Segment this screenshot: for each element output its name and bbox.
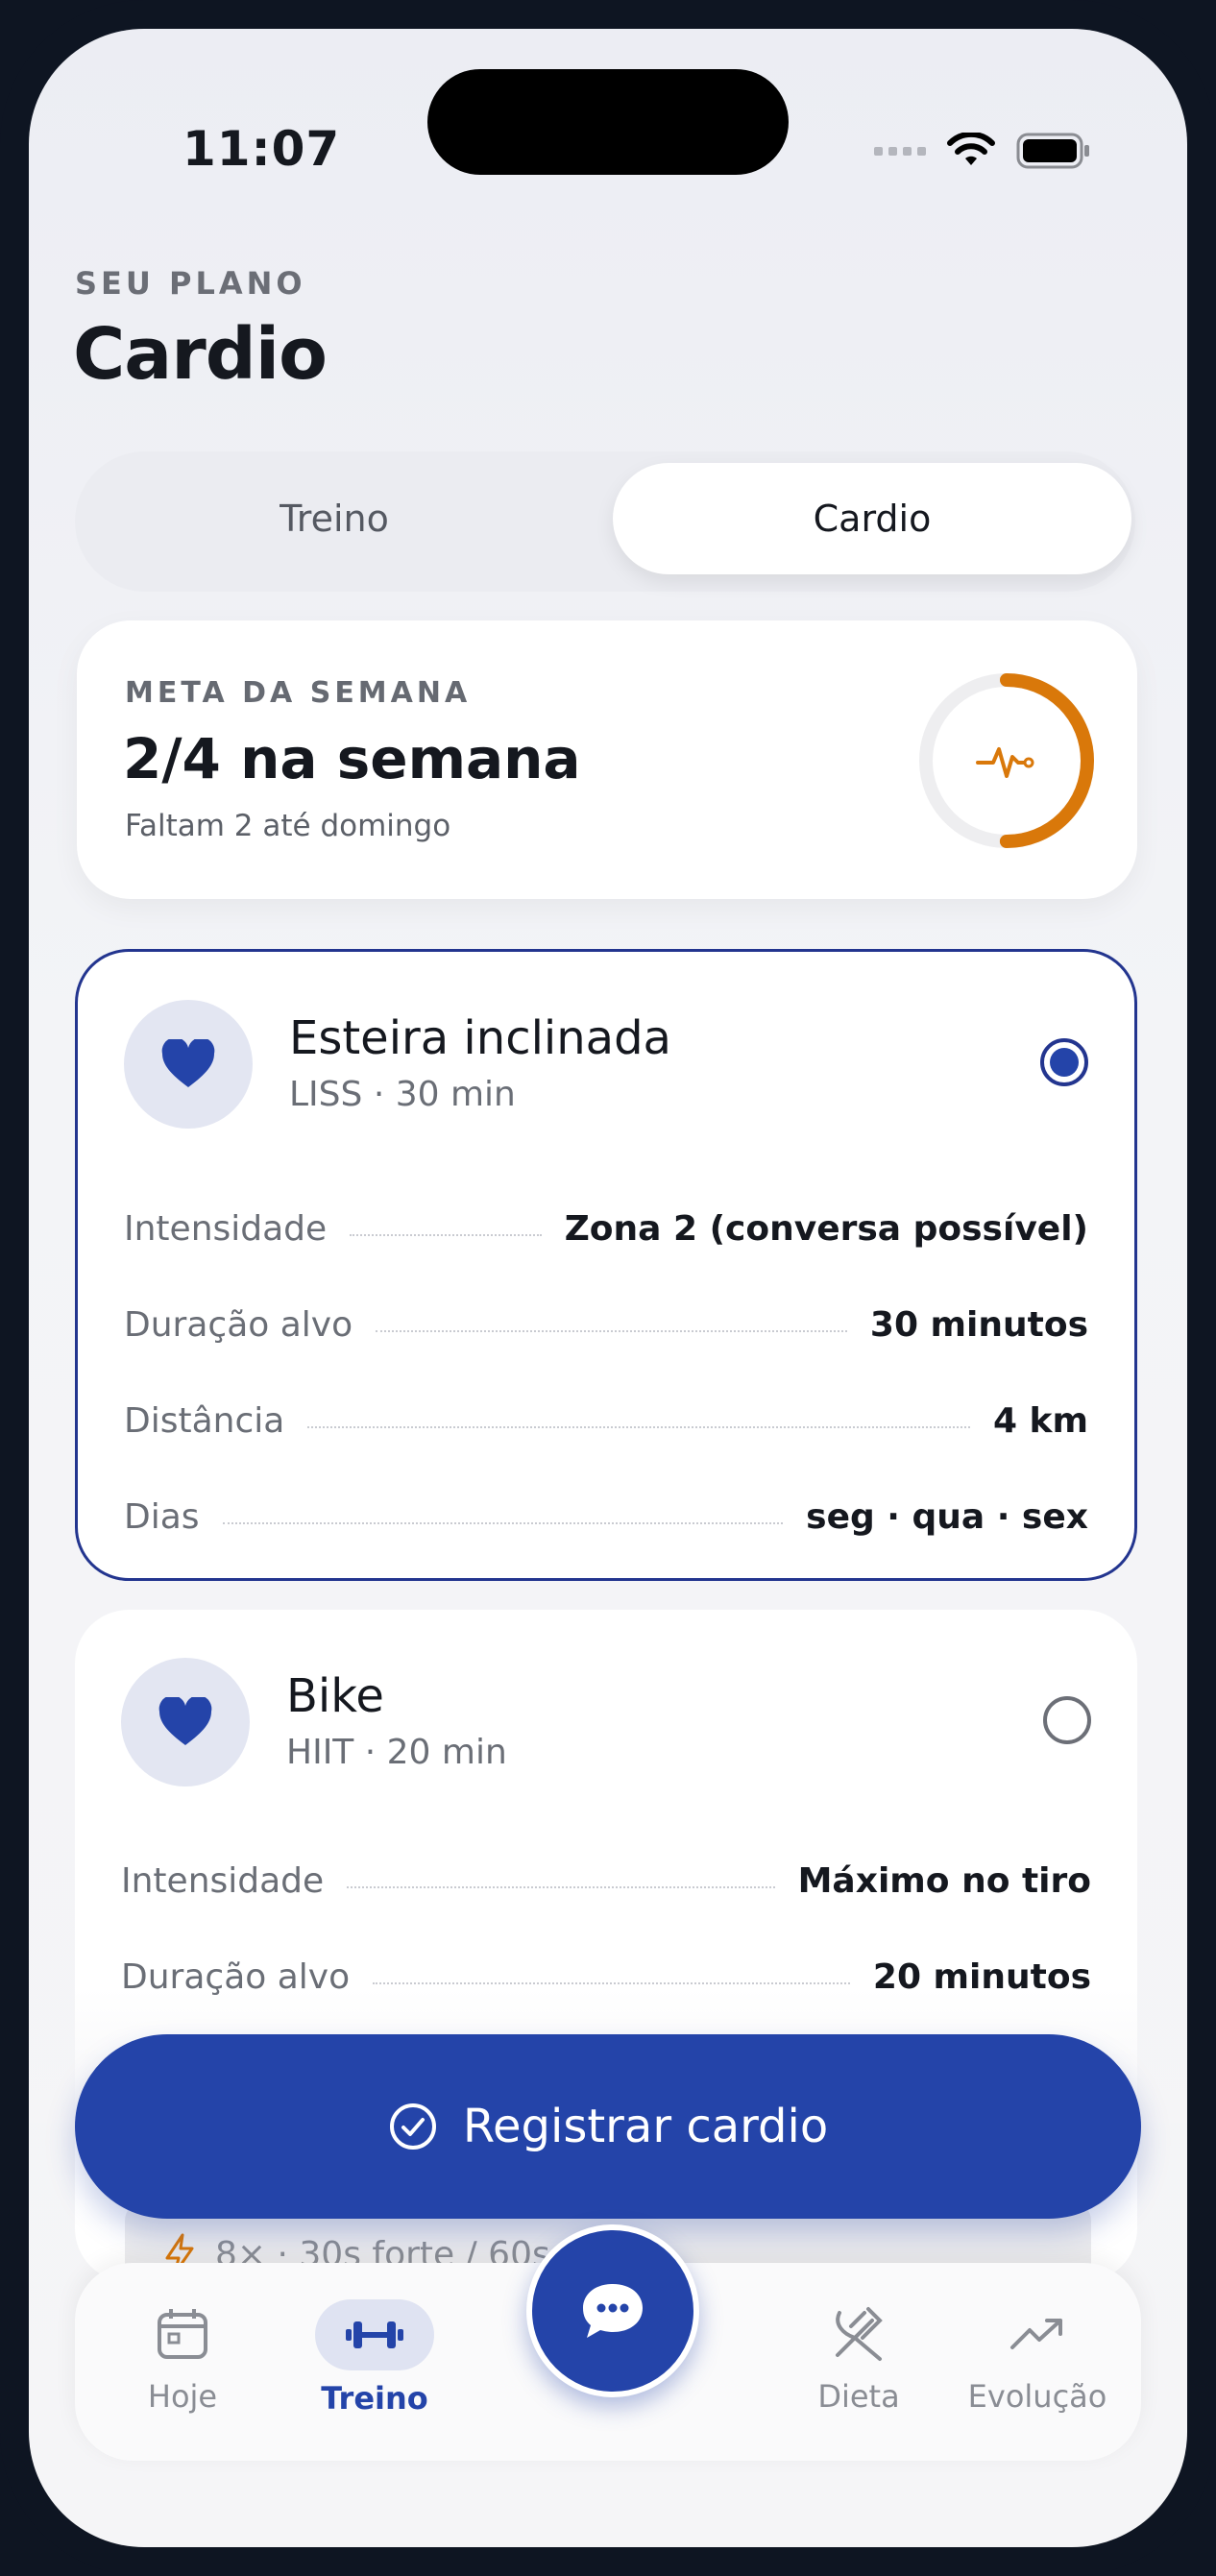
page-title: Cardio bbox=[73, 313, 328, 396]
row-value: Zona 2 (conversa possível) bbox=[564, 1208, 1088, 1249]
status-icons bbox=[874, 133, 1091, 169]
detail-row: Distância 4 km bbox=[124, 1392, 1088, 1449]
chat-bubble-icon bbox=[583, 2284, 643, 2338]
trend-up-icon bbox=[1010, 2319, 1062, 2349]
wifi-icon bbox=[947, 133, 995, 165]
row-label: Distância bbox=[124, 1400, 285, 1441]
tab-hoje[interactable]: Hoje bbox=[96, 2263, 269, 2461]
tab-evolucao[interactable]: Evolução bbox=[951, 2263, 1124, 2461]
row-label: Intensidade bbox=[121, 1860, 325, 1901]
cardio-card-esteira[interactable]: Esteira inclinada LISS · 30 min Intensid… bbox=[75, 949, 1137, 1581]
tab-treino[interactable]: Treino bbox=[288, 2263, 461, 2461]
phone-frame: 11:07 SEU PLANO Cardio Treino Cardio MET… bbox=[0, 0, 1216, 2576]
tab-label: Dieta bbox=[817, 2378, 900, 2415]
detail-row: Intensidade Zona 2 (conversa possível) bbox=[124, 1200, 1088, 1257]
chat-fab-button[interactable] bbox=[526, 2224, 699, 2397]
cardio-title: Bike bbox=[286, 1669, 384, 1723]
heart-icon bbox=[158, 1697, 212, 1745]
section-eyebrow: SEU PLANO bbox=[75, 265, 306, 302]
cardio-avatar bbox=[124, 1000, 253, 1129]
calendar-icon bbox=[158, 2309, 207, 2359]
dumbbell-icon bbox=[346, 2321, 403, 2348]
check-circle-icon bbox=[389, 2103, 436, 2150]
detail-row: Intensidade Máximo no tiro bbox=[121, 1852, 1091, 1909]
select-radio[interactable] bbox=[1040, 1038, 1088, 1086]
goal-value: 2/4 na semana bbox=[123, 726, 581, 791]
select-radio[interactable] bbox=[1043, 1696, 1091, 1744]
detail-row: Dias seg · qua · sex bbox=[124, 1488, 1088, 1545]
segment-cardio[interactable]: Cardio bbox=[613, 463, 1131, 574]
goal-progress-ring bbox=[919, 673, 1094, 848]
tab-label: Evolução bbox=[967, 2378, 1107, 2415]
goal-eyebrow: META DA SEMANA bbox=[125, 676, 472, 710]
detail-row: Duração alvo 30 minutos bbox=[124, 1296, 1088, 1353]
row-label: Intensidade bbox=[124, 1208, 328, 1249]
weekly-goal-card: META DA SEMANA 2/4 na semana Faltam 2 at… bbox=[77, 620, 1137, 899]
status-time: 11:07 bbox=[182, 121, 341, 177]
row-label: Dias bbox=[124, 1496, 200, 1537]
row-value: Máximo no tiro bbox=[797, 1860, 1091, 1901]
goal-subtitle: Faltam 2 até domingo bbox=[125, 809, 451, 843]
row-label: Duração alvo bbox=[124, 1304, 353, 1345]
signal-icon bbox=[874, 146, 926, 156]
tab-dieta[interactable]: Dieta bbox=[772, 2263, 945, 2461]
heart-icon bbox=[161, 1039, 215, 1087]
fork-knife-icon bbox=[836, 2307, 883, 2361]
battery-icon bbox=[1016, 133, 1089, 169]
tab-label: Hoje bbox=[147, 2378, 218, 2415]
row-value: 4 km bbox=[992, 1400, 1088, 1441]
cardio-avatar bbox=[121, 1658, 250, 1786]
row-value: seg · qua · sex bbox=[806, 1496, 1088, 1537]
register-cardio-label: Registrar cardio bbox=[462, 2100, 829, 2153]
cardio-subtitle: LISS · 30 min bbox=[289, 1075, 516, 1114]
row-value: 30 minutos bbox=[869, 1304, 1088, 1345]
cardio-title: Esteira inclinada bbox=[289, 1011, 671, 1065]
segment-treino[interactable]: Treino bbox=[75, 463, 594, 574]
pulse-icon bbox=[976, 747, 1034, 778]
tab-label: Treino bbox=[321, 2380, 428, 2417]
cardio-subtitle: HIIT · 20 min bbox=[286, 1733, 507, 1772]
register-cardio-button[interactable]: Registrar cardio bbox=[75, 2034, 1141, 2219]
dynamic-island bbox=[427, 69, 789, 175]
plan-segmented-control: Treino Cardio bbox=[75, 451, 1135, 592]
app-screen: 11:07 SEU PLANO Cardio Treino Cardio MET… bbox=[29, 29, 1187, 2547]
